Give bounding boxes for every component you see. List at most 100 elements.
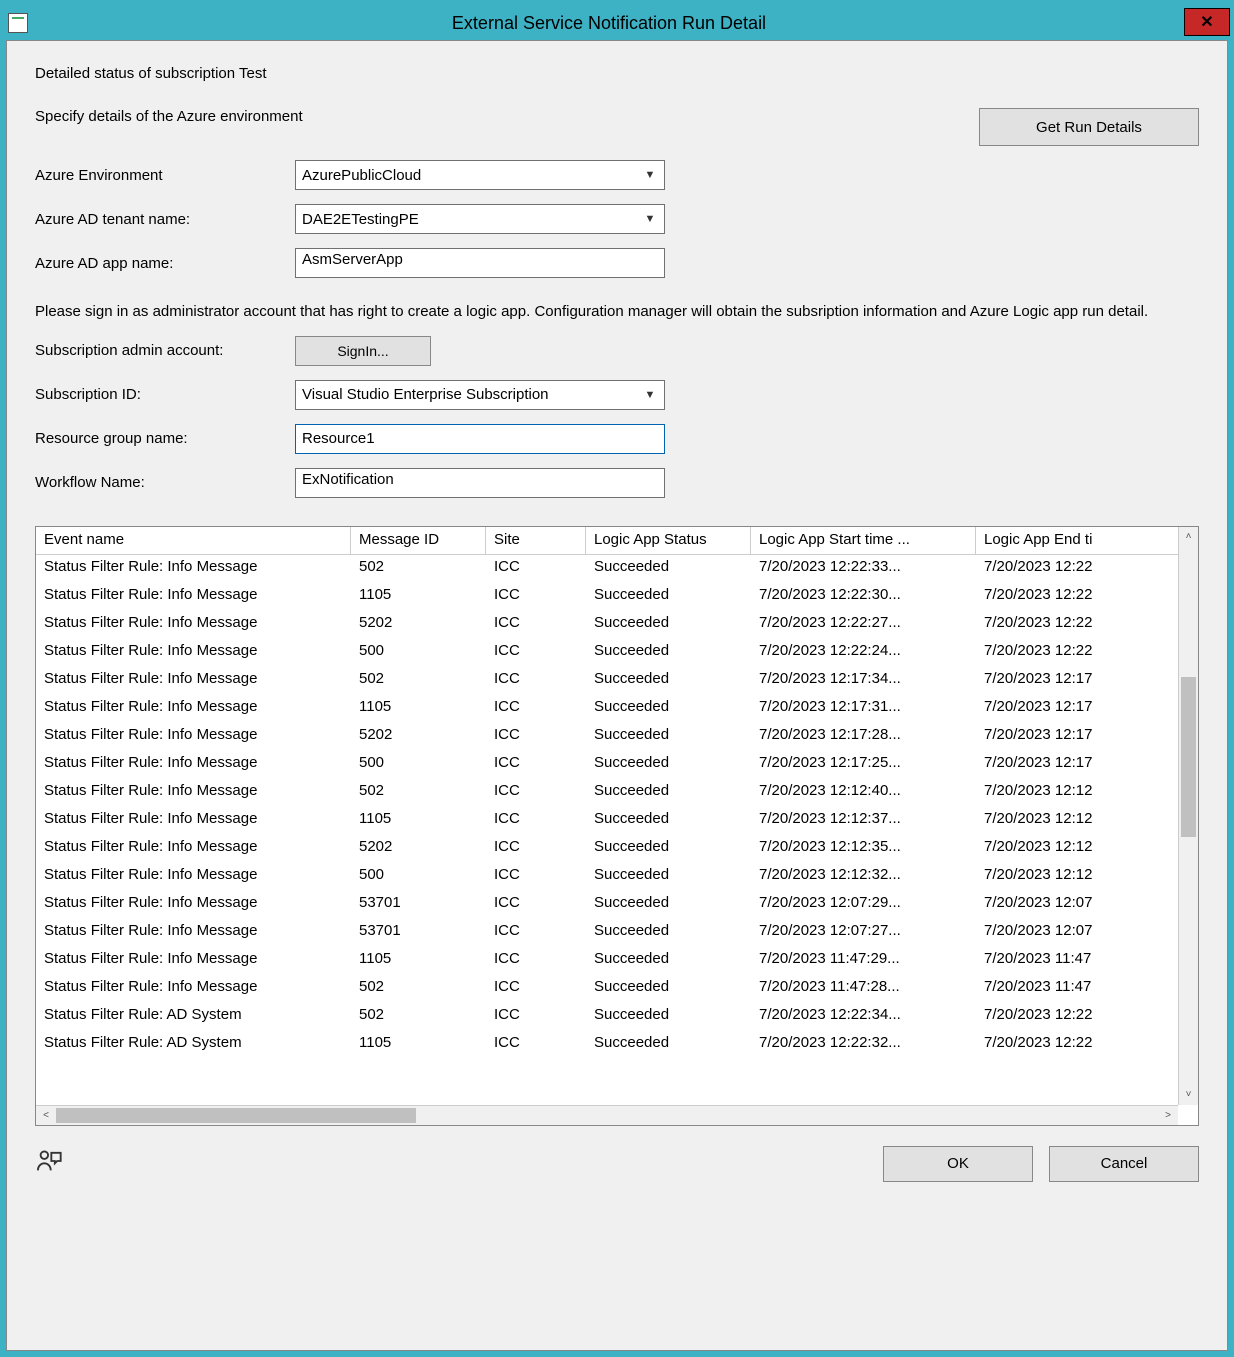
cell-event: Status Filter Rule: Info Message bbox=[36, 807, 351, 835]
table-row[interactable]: Status Filter Rule: Info Message1105ICCS… bbox=[36, 807, 1178, 835]
cell-site: ICC bbox=[486, 1031, 586, 1059]
cell-end: 7/20/2023 11:47 bbox=[976, 975, 1166, 1003]
column-header-site[interactable]: Site bbox=[486, 527, 586, 554]
scroll-left-icon[interactable]: < bbox=[36, 1105, 56, 1125]
subscription-id-label: Subscription ID: bbox=[35, 386, 295, 403]
ok-button[interactable]: OK bbox=[883, 1146, 1033, 1182]
cell-end: 7/20/2023 12:17 bbox=[976, 723, 1166, 751]
scroll-down-icon[interactable]: ˅ bbox=[1179, 1085, 1198, 1105]
cell-start: 7/20/2023 12:07:29... bbox=[751, 891, 976, 919]
cell-event: Status Filter Rule: Info Message bbox=[36, 919, 351, 947]
table-row[interactable]: Status Filter Rule: Info Message502ICCSu… bbox=[36, 975, 1178, 1003]
cell-status: Succeeded bbox=[586, 723, 751, 751]
cell-site: ICC bbox=[486, 863, 586, 891]
cell-end: 7/20/2023 12:07 bbox=[976, 919, 1166, 947]
column-header-end-time[interactable]: Logic App End ti bbox=[976, 527, 1166, 554]
cell-site: ICC bbox=[486, 583, 586, 611]
cell-start: 7/20/2023 12:07:27... bbox=[751, 919, 976, 947]
cell-event: Status Filter Rule: Info Message bbox=[36, 695, 351, 723]
cell-start: 7/20/2023 12:12:40... bbox=[751, 779, 976, 807]
cell-end: 7/20/2023 12:12 bbox=[976, 807, 1166, 835]
cell-msg: 502 bbox=[351, 555, 486, 583]
cell-status: Succeeded bbox=[586, 863, 751, 891]
scroll-right-icon[interactable]: > bbox=[1158, 1105, 1178, 1125]
get-run-details-button[interactable]: Get Run Details bbox=[979, 108, 1199, 146]
cell-event: Status Filter Rule: AD System bbox=[36, 1003, 351, 1031]
cell-end: 7/20/2023 12:17 bbox=[976, 695, 1166, 723]
signin-button[interactable]: SignIn... bbox=[295, 336, 431, 366]
column-header-status[interactable]: Logic App Status bbox=[586, 527, 751, 554]
table-row[interactable]: Status Filter Rule: Info Message1105ICCS… bbox=[36, 695, 1178, 723]
app-name-value: AsmServerApp bbox=[302, 251, 403, 268]
user-feedback-icon[interactable] bbox=[35, 1147, 63, 1181]
subscription-id-value: Visual Studio Enterprise Subscription bbox=[302, 386, 549, 403]
cell-end: 7/20/2023 12:22 bbox=[976, 611, 1166, 639]
table-row[interactable]: Status Filter Rule: AD System1105ICCSucc… bbox=[36, 1031, 1178, 1059]
table-row[interactable]: Status Filter Rule: Info Message53701ICC… bbox=[36, 919, 1178, 947]
table-row[interactable]: Status Filter Rule: Info Message500ICCSu… bbox=[36, 751, 1178, 779]
table-row[interactable]: Status Filter Rule: Info Message5202ICCS… bbox=[36, 835, 1178, 863]
table-row[interactable]: Status Filter Rule: Info Message5202ICCS… bbox=[36, 611, 1178, 639]
cancel-button[interactable]: Cancel bbox=[1049, 1146, 1199, 1182]
table-row[interactable]: Status Filter Rule: Info Message500ICCSu… bbox=[36, 863, 1178, 891]
cell-status: Succeeded bbox=[586, 891, 751, 919]
cell-start: 7/20/2023 12:22:34... bbox=[751, 1003, 976, 1031]
cell-start: 7/20/2023 12:12:32... bbox=[751, 863, 976, 891]
table-row[interactable]: Status Filter Rule: Info Message502ICCSu… bbox=[36, 779, 1178, 807]
cell-status: Succeeded bbox=[586, 1003, 751, 1031]
table-row[interactable]: Status Filter Rule: Info Message502ICCSu… bbox=[36, 667, 1178, 695]
subscription-id-combo[interactable]: Visual Studio Enterprise Subscription ▼ bbox=[295, 380, 665, 410]
cell-msg: 502 bbox=[351, 975, 486, 1003]
close-button[interactable]: ✕ bbox=[1184, 8, 1230, 36]
cell-start: 7/20/2023 12:17:25... bbox=[751, 751, 976, 779]
cell-site: ICC bbox=[486, 695, 586, 723]
table-row[interactable]: Status Filter Rule: AD System502ICCSucce… bbox=[36, 1003, 1178, 1031]
table-row[interactable]: Status Filter Rule: Info Message1105ICCS… bbox=[36, 947, 1178, 975]
vertical-scroll-thumb[interactable] bbox=[1181, 677, 1196, 837]
cell-event: Status Filter Rule: Info Message bbox=[36, 835, 351, 863]
column-header-message-id[interactable]: Message ID bbox=[351, 527, 486, 554]
cell-msg: 1105 bbox=[351, 807, 486, 835]
cell-site: ICC bbox=[486, 975, 586, 1003]
table-header-row: Event name Message ID Site Logic App Sta… bbox=[36, 527, 1198, 555]
table-row[interactable]: Status Filter Rule: Info Message500ICCSu… bbox=[36, 639, 1178, 667]
cell-start: 7/20/2023 12:17:34... bbox=[751, 667, 976, 695]
cell-end: 7/20/2023 12:07 bbox=[976, 891, 1166, 919]
window-icon bbox=[8, 13, 28, 33]
cell-msg: 500 bbox=[351, 639, 486, 667]
titlebar[interactable]: External Service Notification Run Detail… bbox=[6, 6, 1228, 40]
horizontal-scrollbar[interactable]: < > bbox=[36, 1105, 1178, 1125]
scroll-up-icon[interactable]: ˄ bbox=[1179, 527, 1198, 547]
vertical-scrollbar[interactable]: ˄ ˅ bbox=[1178, 527, 1198, 1105]
cell-start: 7/20/2023 12:12:35... bbox=[751, 835, 976, 863]
table-row[interactable]: Status Filter Rule: Info Message5202ICCS… bbox=[36, 723, 1178, 751]
cell-event: Status Filter Rule: Info Message bbox=[36, 863, 351, 891]
cell-msg: 502 bbox=[351, 1003, 486, 1031]
chevron-down-icon: ▼ bbox=[640, 213, 660, 225]
cell-msg: 5202 bbox=[351, 835, 486, 863]
table-row[interactable]: Status Filter Rule: Info Message502ICCSu… bbox=[36, 555, 1178, 583]
horizontal-scroll-track[interactable] bbox=[56, 1106, 1158, 1125]
cell-msg: 502 bbox=[351, 667, 486, 695]
cell-end: 7/20/2023 12:22 bbox=[976, 639, 1166, 667]
column-header-event[interactable]: Event name bbox=[36, 527, 351, 554]
cell-status: Succeeded bbox=[586, 975, 751, 1003]
cell-site: ICC bbox=[486, 611, 586, 639]
cell-status: Succeeded bbox=[586, 583, 751, 611]
tenant-combo[interactable]: DAE2ETestingPE ▼ bbox=[295, 204, 665, 234]
column-header-start-time[interactable]: Logic App Start time ... bbox=[751, 527, 976, 554]
cell-event: Status Filter Rule: Info Message bbox=[36, 779, 351, 807]
cell-event: Status Filter Rule: Info Message bbox=[36, 947, 351, 975]
app-name-field: AsmServerApp bbox=[295, 248, 665, 278]
table-row[interactable]: Status Filter Rule: Info Message1105ICCS… bbox=[36, 583, 1178, 611]
cell-start: 7/20/2023 12:22:32... bbox=[751, 1031, 976, 1059]
table-row[interactable]: Status Filter Rule: Info Message53701ICC… bbox=[36, 891, 1178, 919]
azure-environment-combo[interactable]: AzurePublicCloud ▼ bbox=[295, 160, 665, 190]
cell-start: 7/20/2023 12:22:24... bbox=[751, 639, 976, 667]
cell-start: 7/20/2023 12:22:27... bbox=[751, 611, 976, 639]
resource-group-label: Resource group name: bbox=[35, 430, 295, 447]
client-area: Detailed status of subscription Test Spe… bbox=[6, 40, 1228, 1351]
resource-group-input[interactable] bbox=[295, 424, 665, 454]
horizontal-scroll-thumb[interactable] bbox=[56, 1108, 416, 1123]
cell-site: ICC bbox=[486, 667, 586, 695]
